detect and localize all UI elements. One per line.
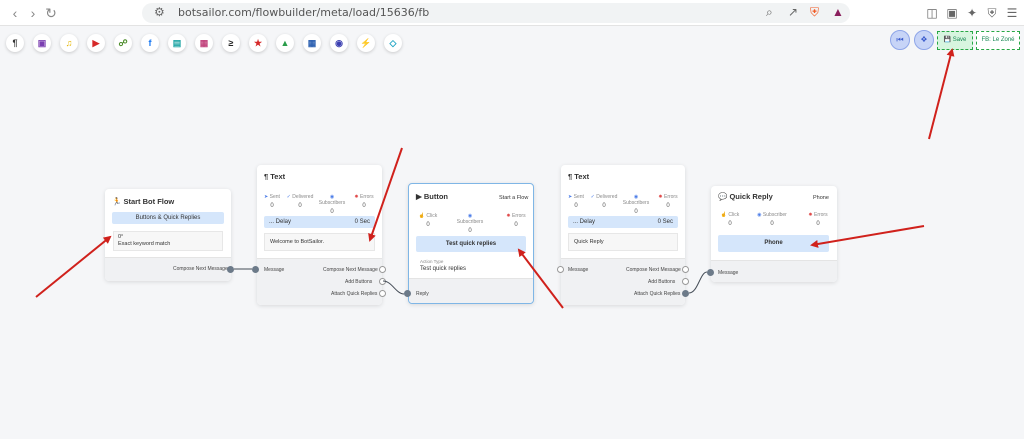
arrow-to-text1-message — [368, 147, 403, 242]
arrow-to-start-node — [35, 235, 112, 298]
connector-text1-to-button — [382, 280, 405, 295]
arrow-to-test-button — [517, 248, 564, 309]
connector-text2-to-quick — [688, 271, 708, 294]
arrow-to-phone-button — [810, 225, 925, 248]
annotation-arrows — [35, 48, 955, 309]
connector-lines — [234, 268, 708, 295]
canvas-overlay — [35, 48, 955, 309]
arrow-to-save-button — [928, 48, 955, 140]
